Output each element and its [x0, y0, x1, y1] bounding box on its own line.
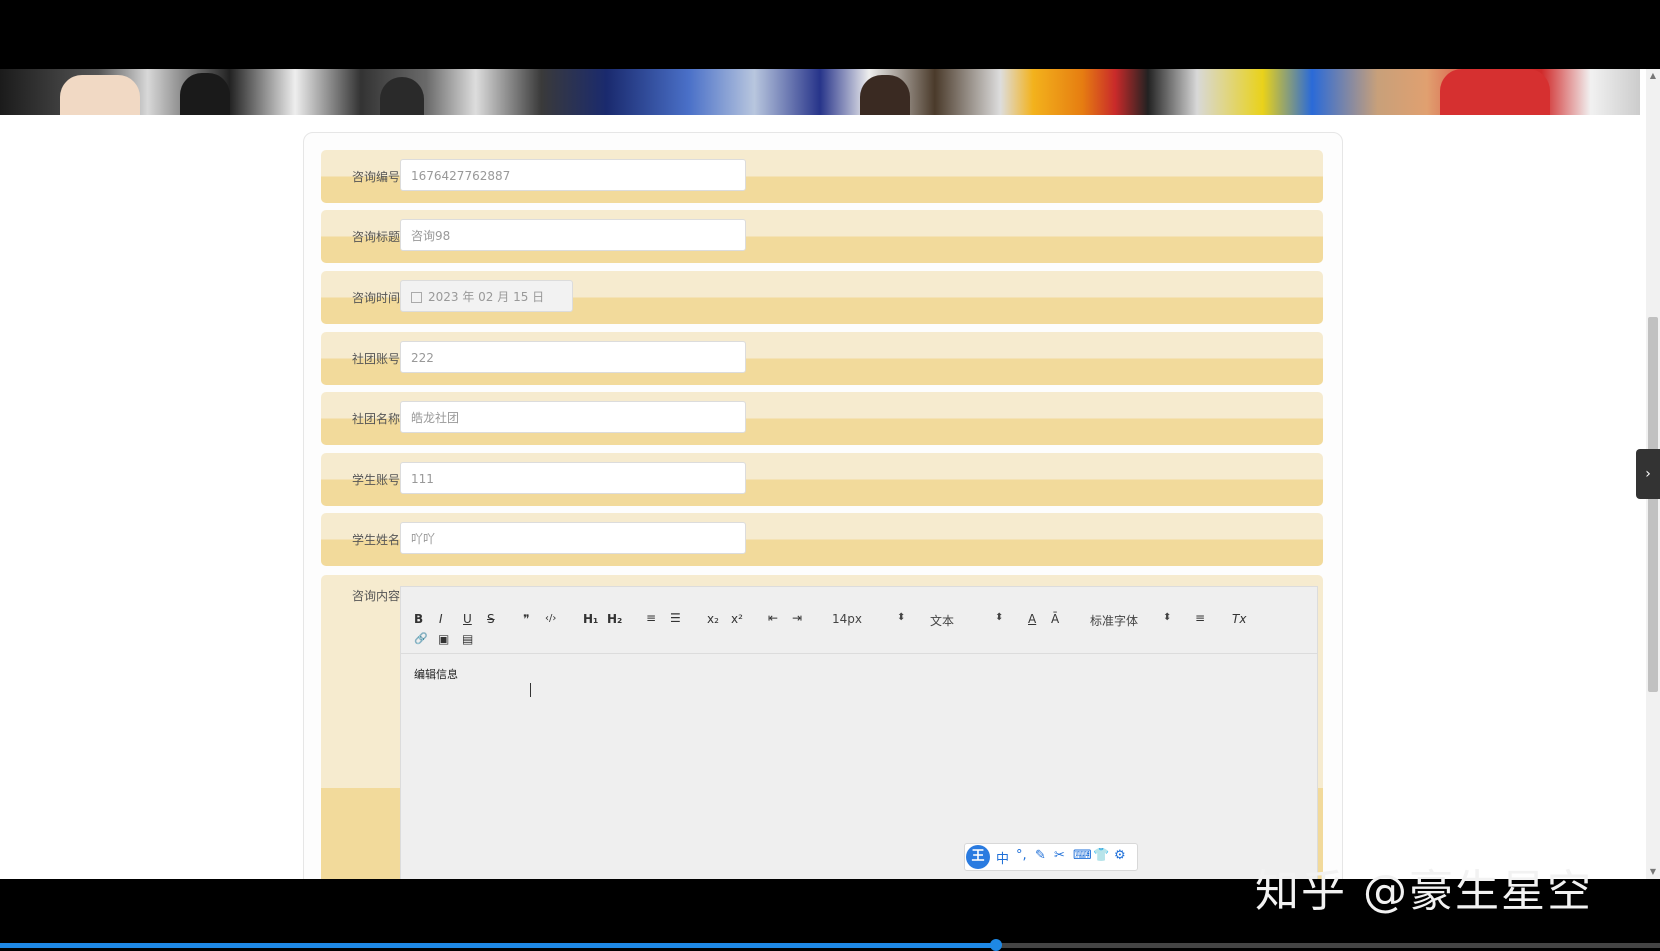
- consult-id-input[interactable]: 1676427762887: [400, 159, 746, 191]
- italic-button[interactable]: I: [439, 612, 443, 626]
- header-select[interactable]: 文本: [930, 612, 954, 629]
- consult-time-input[interactable]: 2023 年 02 月 15 日: [400, 280, 573, 312]
- field-label: 学生账号: [351, 473, 400, 487]
- field-row-student-account: 学生账号 111: [321, 453, 1323, 506]
- ime-punctuation-icon[interactable]: °,: [1016, 848, 1027, 863]
- ime-skin-icon[interactable]: 👕: [1093, 848, 1109, 863]
- clean-format-button[interactable]: Tx: [1232, 612, 1246, 626]
- ime-settings-icon[interactable]: ⚙: [1114, 848, 1126, 863]
- field-label: 学生姓名: [351, 533, 400, 547]
- quote-button[interactable]: ❞: [523, 612, 529, 626]
- chevron-updown-icon: ⬍: [1163, 612, 1172, 623]
- banner-person: [380, 77, 424, 115]
- font-size-select[interactable]: 14px: [832, 612, 862, 626]
- editor-content[interactable]: 编辑信息: [414, 666, 458, 682]
- chevron-updown-icon: ⬍: [897, 612, 906, 623]
- club-account-input[interactable]: 222: [400, 341, 746, 373]
- font-family-select[interactable]: 标准字体: [1090, 612, 1138, 629]
- code-block-button[interactable]: ‹/›: [545, 613, 556, 624]
- banner-person: [60, 75, 140, 115]
- watermark: 知乎 @豪生星空: [1255, 866, 1593, 917]
- text-cursor-icon: [530, 683, 531, 697]
- field-label: 社团名称: [351, 412, 400, 426]
- chevron-updown-icon: ⬍: [995, 612, 1004, 623]
- banner-person: [1440, 69, 1550, 115]
- header-1-button[interactable]: H₁: [583, 612, 598, 626]
- field-label: 咨询内容: [351, 589, 400, 603]
- field-row-consult-title: 咨询标题 咨询98: [321, 210, 1323, 263]
- field-label: 咨询编号: [351, 170, 400, 184]
- text-color-button[interactable]: A: [1028, 612, 1036, 626]
- field-row-consult-id: 咨询编号 1676427762887: [321, 150, 1323, 203]
- scroll-up-icon[interactable]: ▲: [1646, 69, 1660, 83]
- ime-toolbar[interactable]: 王 中 °, ✎ ✂ ⌨ 👕 ⚙: [964, 843, 1138, 871]
- header-2-button[interactable]: H₂: [607, 612, 622, 626]
- ime-logo-icon[interactable]: 王: [966, 845, 990, 869]
- ime-chinese-icon[interactable]: 中: [996, 848, 1009, 867]
- student-account-input[interactable]: 111: [400, 462, 746, 494]
- banner-person: [860, 75, 910, 115]
- strike-button[interactable]: S: [487, 612, 495, 626]
- field-label: 咨询时间: [351, 291, 400, 305]
- ime-handwrite-icon[interactable]: ✎: [1035, 848, 1046, 863]
- ordered-list-button[interactable]: ≡: [646, 611, 656, 625]
- page-viewport: 咨询编号 1676427762887 咨询标题 咨询98 咨询时间 2023 年…: [0, 69, 1660, 879]
- banner-person: [180, 73, 230, 115]
- calendar-icon: [411, 292, 422, 303]
- scroll-down-icon[interactable]: ▼: [1646, 865, 1660, 879]
- underline-button[interactable]: U: [463, 612, 472, 626]
- scrollbar-thumb[interactable]: [1648, 317, 1658, 692]
- consult-time-value: 2023 年 02 月 15 日: [428, 290, 545, 304]
- field-row-consult-time: 咨询时间 2023 年 02 月 15 日: [321, 271, 1323, 324]
- field-row-club-name: 社团名称 皓龙社团: [321, 392, 1323, 445]
- consult-title-input[interactable]: 咨询98: [400, 219, 746, 251]
- banner-image: [0, 69, 1640, 115]
- image-icon[interactable]: ▣: [438, 632, 449, 646]
- indent-button[interactable]: ⇥: [792, 611, 802, 625]
- field-row-club-account: 社团账号 222: [321, 332, 1323, 385]
- club-name-input[interactable]: 皓龙社团: [400, 401, 746, 433]
- align-button[interactable]: ≡: [1195, 611, 1205, 625]
- background-color-button[interactable]: Ā: [1051, 612, 1059, 626]
- field-label: 社团账号: [351, 352, 400, 366]
- video-progress-fill: [0, 943, 996, 948]
- bold-button[interactable]: B: [414, 612, 423, 626]
- field-label: 咨询标题: [351, 230, 400, 244]
- field-row-consult-content: 咨询内容 B I U S ❞ ‹/› H₁ H₂ ≡ ☰ x₂ x² ⇤ ⇥ 1…: [321, 575, 1323, 879]
- student-name-input[interactable]: 吖吖: [400, 522, 746, 554]
- ime-cut-icon[interactable]: ✂: [1054, 848, 1065, 863]
- top-black-bar: [0, 0, 1660, 69]
- video-progress-knob[interactable]: [990, 939, 1002, 951]
- outdent-button[interactable]: ⇤: [768, 611, 778, 625]
- subscript-button[interactable]: x₂: [707, 612, 719, 626]
- bullet-list-button[interactable]: ☰: [670, 611, 681, 625]
- side-panel-toggle[interactable]: ›: [1636, 449, 1660, 499]
- ime-keyboard-icon[interactable]: ⌨: [1073, 848, 1092, 863]
- editor-toolbar: B I U S ❞ ‹/› H₁ H₂ ≡ ☰ x₂ x² ⇤ ⇥ 14px ⬍…: [401, 587, 1317, 654]
- superscript-button[interactable]: x²: [731, 612, 743, 626]
- rich-text-editor: B I U S ❞ ‹/› H₁ H₂ ≡ ☰ x₂ x² ⇤ ⇥ 14px ⬍…: [400, 586, 1318, 879]
- field-row-student-name: 学生姓名 吖吖: [321, 513, 1323, 566]
- video-icon[interactable]: ▤: [462, 632, 473, 646]
- link-icon[interactable]: 🔗: [414, 632, 428, 645]
